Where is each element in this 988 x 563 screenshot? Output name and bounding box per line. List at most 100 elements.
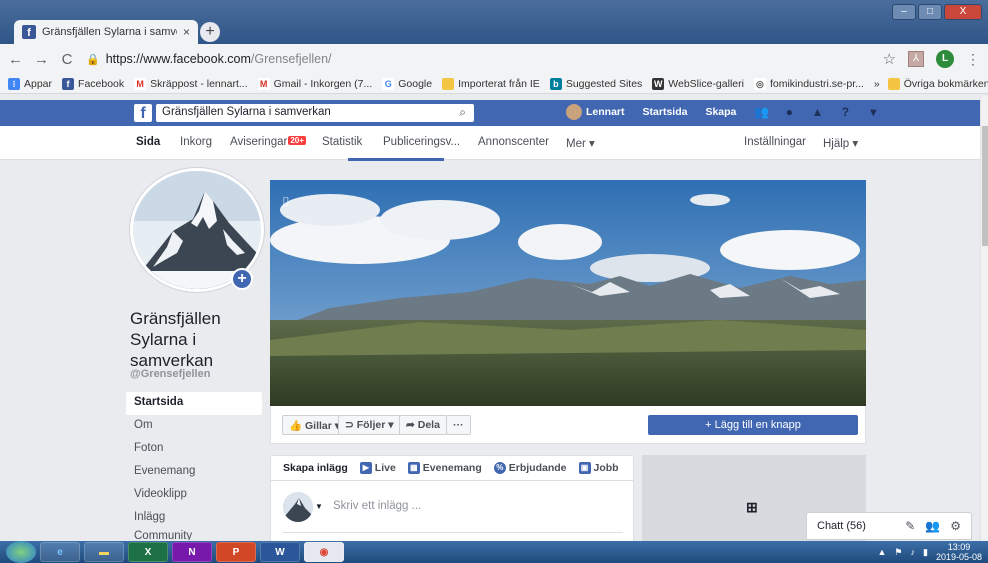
bookmark-fomikindustri[interactable]: ◎ fomikindustri.se-pr... (753, 77, 864, 90)
sidebar-item-community[interactable]: Community (126, 530, 262, 540)
sidebar-item-om[interactable]: Om (126, 415, 262, 438)
forward-arrow-icon[interactable]: → (34, 51, 49, 68)
bookmark-importerat[interactable]: Importerat från IE (442, 77, 540, 90)
browser-tab[interactable]: f Gränsfjällen Sylarna i samverkan × (14, 20, 198, 44)
facebook-logo-icon[interactable]: f (134, 104, 152, 122)
friends-icon[interactable]: 👥 (754, 105, 769, 119)
url-field[interactable]: 🔒 https://www.facebook.com/Grensefjellen… (86, 52, 871, 66)
messenger-icon[interactable]: ● (782, 105, 796, 119)
bookmark-google[interactable]: G Google (382, 77, 432, 90)
notifications-bell-icon[interactable]: ▲ (810, 105, 824, 119)
word-taskbar-icon[interactable]: W (260, 542, 300, 562)
address-bar: ← → C 🔒 https://www.facebook.com/Grensef… (0, 44, 988, 74)
tab-aviseringar[interactable]: Aviseringar 20+ (230, 136, 306, 148)
live-video-icon: ▶ (359, 462, 372, 474)
offer-tab[interactable]: % Erbjudande (493, 462, 567, 474)
file-explorer-taskbar-icon[interactable]: ▬ (84, 542, 124, 562)
composer-bottom-divider (283, 532, 623, 533)
chrome-taskbar-icon[interactable]: ◉ (304, 542, 344, 562)
flag-icon[interactable]: ⚑ (894, 547, 902, 558)
calendar-icon: ▦ (407, 462, 420, 474)
maximize-button[interactable]: □ (918, 4, 942, 20)
network-icon[interactable]: ▮ (923, 547, 928, 558)
bookmark-webslice[interactable]: W WebSlice-galleri (652, 77, 744, 90)
facebook-search-input[interactable]: Gränsfjällen Sylarna i samverkan ⌕ (156, 104, 474, 122)
pdf-extension-icon[interactable]: ⅄ (908, 51, 924, 67)
page-scrollbar[interactable] (980, 96, 988, 541)
sidebar-item-inlagg[interactable]: Inlägg (126, 507, 262, 530)
sidebar-item-videoklipp[interactable]: Videoklipp (126, 484, 262, 507)
post-text-input[interactable]: Skriv ett inlägg ... (333, 500, 421, 512)
sidebar-item-startsida[interactable]: Startsida (126, 392, 262, 415)
more-options-button[interactable]: ··· (446, 415, 471, 435)
job-tab[interactable]: ▣ Jobb (578, 462, 619, 474)
add-button-cta[interactable]: + Lägg till en knapp (648, 415, 858, 435)
home-link[interactable]: Startsida (643, 106, 688, 118)
search-value: Gränsfjällen Sylarna i samverkan (162, 106, 331, 118)
share-button[interactable]: ➦ Dela (399, 415, 447, 435)
composer-avatar[interactable] (283, 492, 313, 522)
page-handle[interactable]: @Grensefjellen (130, 368, 210, 380)
compose-message-icon[interactable]: ✎ (905, 519, 915, 533)
back-arrow-icon[interactable]: ← (8, 51, 23, 68)
scrollbar-thumb[interactable] (982, 126, 988, 246)
volume-icon[interactable]: ♪ (911, 547, 916, 557)
bookmark-other-folder[interactable]: Övriga bokmärken (887, 77, 988, 90)
tab-publiceringsverktyg[interactable]: Publiceringsv... (383, 136, 460, 148)
new-group-icon[interactable]: 👥 (925, 519, 940, 533)
chat-bar[interactable]: Chatt (56) ✎ 👥 ⚙ (806, 512, 972, 540)
tab-hjalp[interactable]: Hjälp ▾ (823, 136, 858, 150)
bookmark-skrappost[interactable]: M Skräppost - lennart... (134, 77, 248, 90)
tab-installningar[interactable]: Inställningar (744, 136, 806, 148)
bookmark-star-icon[interactable]: ☆ (883, 50, 896, 68)
create-post-tab[interactable]: Skapa inlägg (283, 462, 348, 474)
tab-mer[interactable]: Mer ▾ (566, 136, 595, 150)
add-photo-plus-icon[interactable]: + (231, 268, 253, 290)
system-clock[interactable]: 13:09 2019-05-08 (936, 542, 982, 562)
bookmarks-bar: ⁝ Appar f Facebook M Skräppost - lennart...… (0, 74, 988, 94)
tab-sida[interactable]: Sida (136, 136, 160, 148)
tab-statistik[interactable]: Statistik (322, 136, 362, 148)
cover-photo[interactable] (270, 180, 866, 406)
live-tab[interactable]: ▶ Live (359, 462, 396, 474)
help-icon[interactable]: ? (838, 105, 852, 119)
tray-expand-icon[interactable]: ▲ (878, 547, 887, 557)
bookmark-suggested-sites[interactable]: b Suggested Sites (549, 77, 642, 90)
onenote-taskbar-icon[interactable]: N (172, 542, 212, 562)
sidebar-item-foton[interactable]: Foton (126, 438, 262, 461)
bookmark-gmail[interactable]: M Gmail - Inkorgen (7... (257, 77, 372, 90)
offer-percent-icon: % (493, 462, 506, 474)
webslice-icon: W (652, 77, 665, 90)
internet-explorer-taskbar-icon[interactable]: e (40, 542, 80, 562)
bookmark-facebook[interactable]: f Facebook (62, 77, 124, 90)
chevron-down-icon[interactable]: ▼ (315, 502, 323, 511)
menu-kebab-icon[interactable]: ⋮ (966, 51, 980, 68)
sidebar-item-evenemang[interactable]: Evenemang (126, 461, 262, 484)
event-tab[interactable]: ▦ Evenemang (407, 462, 482, 474)
share-arrow-icon: ➦ (406, 419, 415, 431)
clock-time: 13:09 (947, 542, 971, 552)
bookmark-appar[interactable]: ⁝ Appar (8, 77, 52, 90)
follow-button[interactable]: ⊃ Följer ▾ (338, 415, 401, 435)
globe-icon: ◎ (753, 77, 766, 90)
account-menu-caret-icon[interactable]: ▾ (866, 105, 880, 119)
bookmarks-overflow-button[interactable]: » (874, 78, 880, 90)
create-link[interactable]: Skapa (705, 106, 736, 118)
facebook-top-bar: f Gränsfjällen Sylarna i samverkan ⌕ Len… (0, 100, 980, 126)
search-icon[interactable]: ⌕ (459, 105, 466, 120)
minimize-button[interactable]: – (892, 4, 916, 20)
close-window-button[interactable]: X (944, 4, 982, 20)
profile-avatar[interactable]: L (936, 50, 954, 68)
tab-annonscenter[interactable]: Annonscenter (478, 136, 549, 148)
chat-settings-gear-icon[interactable]: ⚙ (950, 519, 961, 533)
new-tab-button[interactable]: + (200, 22, 220, 42)
user-profile-link[interactable]: Lennart (566, 104, 625, 120)
windows-start-button[interactable] (6, 541, 36, 563)
powerpoint-taskbar-icon[interactable]: P (216, 542, 256, 562)
close-tab-icon[interactable]: × (183, 25, 190, 39)
reload-icon[interactable]: C (60, 51, 74, 68)
tab-inkorg[interactable]: Inkorg (180, 136, 212, 148)
add-photo-icon[interactable]: ⊞ (746, 499, 758, 516)
camera-icon[interactable]: ⌷ (282, 194, 290, 210)
excel-taskbar-icon[interactable]: X (128, 542, 168, 562)
